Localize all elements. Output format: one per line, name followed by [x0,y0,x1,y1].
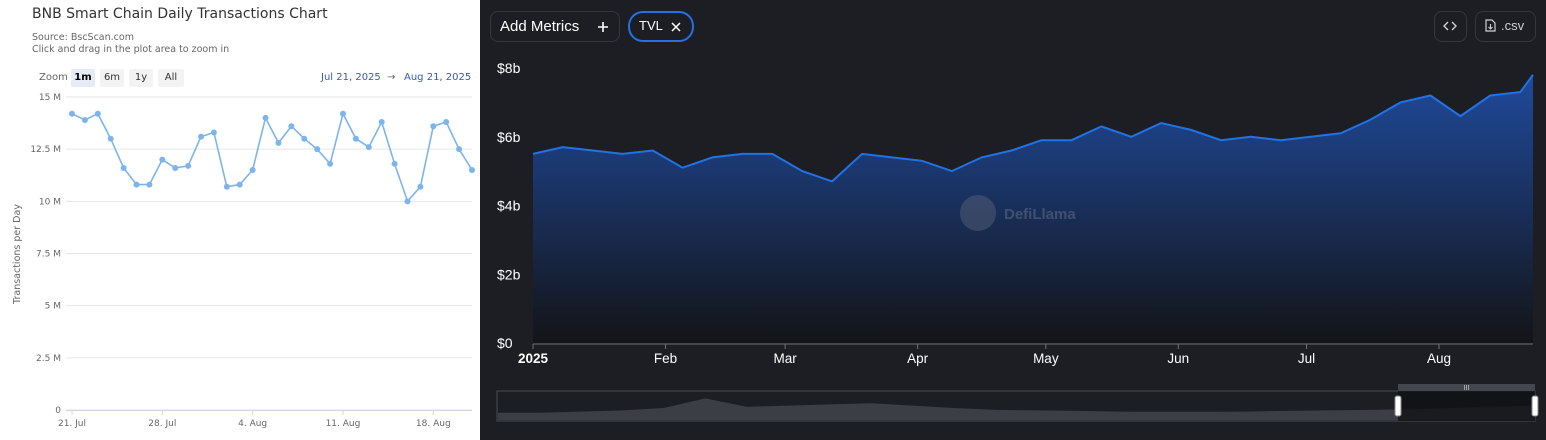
data-point [275,139,282,146]
y-axis-title: Transactions per Day [12,204,23,305]
llama-logo-icon [960,195,996,231]
x-tick-label: Mar [774,351,798,366]
x-tick-label: Aug [1427,351,1451,366]
navigator-selection [1398,391,1535,421]
data-point [172,164,179,171]
data-point [133,181,140,188]
y-tick-label: 0 [55,406,61,416]
x-tick-label: 28. Jul [148,419,176,429]
x-tick-label: Jun [1167,351,1189,366]
transactions-line [71,111,473,203]
data-point [456,146,463,153]
y-tick-label: 2.5 M [36,354,61,364]
data-point [430,123,437,130]
data-point [236,181,243,188]
x-tick-label: 11. Aug [326,419,361,429]
data-point [339,110,346,117]
x-tick-label: Apr [907,351,929,366]
data-point [365,144,372,151]
data-point [262,114,269,121]
tvl-plot[interactable]: $0 $2b $4b $6b $8b 2025 Feb Mar Apr May Jun Jul Aug D… [480,0,1546,440]
tvl-chart-panel: Add Metrics TVL .csv $0 $2b $4b $6b $8b 2025 F… [480,0,1546,440]
data-point [417,183,424,190]
data-point [146,181,153,188]
data-point [198,133,205,140]
navigator-right-handle [1531,395,1539,417]
data-point [69,110,75,117]
navigator-grip-icon: III [1464,385,1470,392]
x-tick-label: 4. Aug [238,419,267,429]
x-tick-label: Jul [1298,351,1315,366]
y-tick-label: 7.5 M [36,250,61,260]
y-tick-label: $8b [497,60,521,76]
bnb-chart-panel: BNB Smart Chain Daily Transactions Chart… [0,0,480,440]
data-point [443,119,450,126]
data-point [81,116,88,123]
y-tick-label: $0 [497,335,513,351]
data-point [288,123,295,130]
data-point [159,156,166,163]
data-point [327,160,334,167]
x-tick-label: 21. Jul [58,419,86,429]
data-point [314,146,321,153]
data-point [120,164,127,171]
x-tick-label: May [1033,351,1059,366]
data-point [301,135,308,142]
data-point [249,167,256,174]
y-tick-label: 10 M [39,197,61,207]
data-point [107,135,114,142]
data-point [94,110,101,117]
bnb-transactions-plot[interactable]: 0 2.5 M 5 M 7.5 M 10 M 12.5 M 15 M 21. Jul 28. J… [0,0,480,440]
data-point [185,162,192,169]
data-point [391,160,398,167]
y-tick-label: 5 M [45,302,61,312]
x-tick-label: 18. Aug [416,419,451,429]
data-point [378,119,385,126]
data-point [210,129,217,136]
y-tick-label: $2b [497,266,521,282]
data-point [404,198,411,205]
y-tick-label: 12.5 M [30,145,61,155]
data-point [352,135,359,142]
watermark-text: DefiLlama [1004,206,1076,223]
navigator-left-handle [1394,395,1402,417]
y-tick-label: $4b [497,198,521,214]
y-tick-label: 15 M [39,93,61,103]
data-point [469,167,475,174]
navigator-area [498,398,1534,420]
y-tick-label: $6b [497,129,521,145]
x-tick-label: Feb [654,351,677,366]
data-point [223,183,230,190]
x-tick-label: 2025 [518,351,549,366]
